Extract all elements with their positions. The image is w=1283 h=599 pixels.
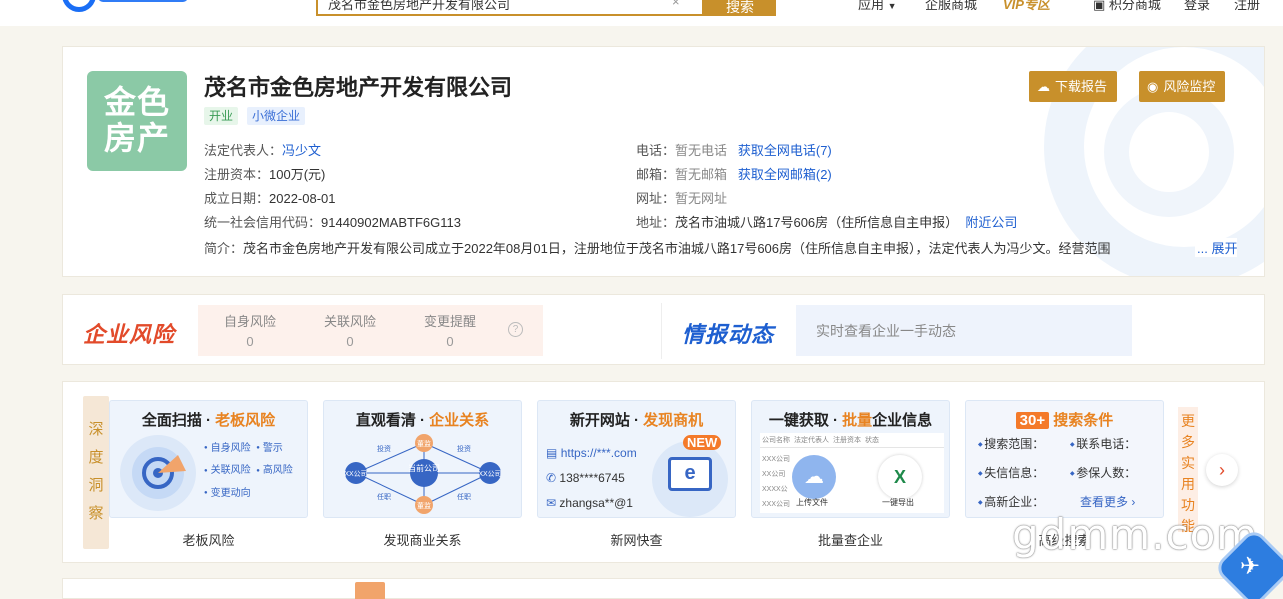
decoration-ring <box>1104 87 1234 217</box>
site-logo[interactable] <box>62 0 192 12</box>
credit-code: 统一社会信用代码：91440902MABTF6G113 <box>204 215 461 230</box>
chevron-down-icon: ▼ <box>887 1 897 11</box>
svg-text:任职: 任职 <box>377 492 391 501</box>
browser-icon: ▤ <box>546 446 558 460</box>
svg-text:董监: 董监 <box>417 439 431 448</box>
feature-boss-risk[interactable]: 全面扫描 · 老板风险 自身风险 警示 关联风险 高风险 变更动向 <box>109 400 308 518</box>
scale-badge: 小微企业 <box>247 107 306 125</box>
company-card: 金色 房产 茂名市金色房地产开发有限公司 开业 小微企业 法定代表人：冯少文 注… <box>62 46 1265 277</box>
risk-bullets: 自身风险 警示 关联风险 高风险 变更动向 <box>204 437 293 505</box>
phone: 电话：暂无电话 获取全网电话(7) <box>636 143 832 158</box>
mail-icon: ✉ <box>546 496 557 510</box>
website: 网址：暂无网址 <box>636 191 728 206</box>
top-bar: 茂名市金色房地产开发有限公司 × 搜索 应用 ▼ 企服商城 VIP专区 ▣ 积分… <box>0 0 1283 26</box>
search-button[interactable]: 搜索 <box>704 0 776 16</box>
address: 地址：茂名市油城八路17号606房（住所信息自主申报） 附近公司 <box>636 215 1018 230</box>
status-badge: 开业 <box>204 107 239 125</box>
new-badge: NEW <box>683 435 722 450</box>
deep-insight-tab[interactable]: 深度洞察 <box>83 396 109 549</box>
legal-rep: 法定代表人：冯少文 <box>204 143 322 158</box>
nav-register[interactable]: 注册 <box>1234 0 1260 13</box>
svg-text:投资: 投资 <box>377 444 391 453</box>
view-more-link[interactable]: 查看更多 › <box>1080 493 1135 510</box>
registered-capital: 注册资本：100万(元) <box>204 167 326 182</box>
bird-icon: ✈ <box>1240 553 1261 580</box>
watermark: gdmm.com <box>1012 510 1259 559</box>
feature-caption[interactable]: 新网快查 <box>537 530 736 549</box>
intel-feed[interactable]: 实时查看企业一手动态 <box>796 305 1132 356</box>
nearby-companies-link[interactable]: 附近公司 <box>965 215 1017 230</box>
nav-apps[interactable]: 应用 ▼ <box>858 0 897 13</box>
eye-icon: ◉ <box>1147 79 1159 94</box>
feature-caption[interactable]: 批量查企业 <box>751 530 950 549</box>
nav-mall[interactable]: 企服商城 <box>925 0 977 13</box>
help-icon[interactable]: ? <box>508 322 523 337</box>
svg-text:XX公司: XX公司 <box>478 470 501 478</box>
company-name: 茂名市金色房地产开发有限公司 <box>204 75 513 100</box>
email: 邮箱：暂无邮箱 获取全网邮箱(2) <box>636 167 832 182</box>
nav-login[interactable]: 登录 <box>1184 0 1210 13</box>
section-tab-marker <box>355 582 385 599</box>
get-email-link[interactable]: 获取全网邮箱(2) <box>738 167 832 182</box>
feature-caption[interactable]: 老板风险 <box>109 530 308 549</box>
company-logo: 金色 房产 <box>87 71 187 171</box>
feature-business-relations[interactable]: 直观看清 · 企业关系 当前公司 XX公司 XX公司 董监 投资 投资 任职 任… <box>323 400 522 518</box>
next-section-card <box>62 578 1265 599</box>
nav-points[interactable]: ▣ 积分商城 <box>1093 0 1161 13</box>
risk-summary: 自身风险 0 关联风险 0 变更提醒 0 ? <box>198 305 543 356</box>
feature-advanced-search[interactable]: 30+ 搜索条件 搜索范围： 联系电话： 失信信息： 参保人数： 高新企业： 查… <box>965 400 1164 518</box>
radar-icon <box>120 435 196 511</box>
relation-graph-icon: 当前公司 XX公司 XX公司 董监 投资 投资 任职 任职 董监 <box>344 434 502 514</box>
risk-card: 企业风险 自身风险 0 关联风险 0 变更提醒 0 ? 情报动态 实时查看企业一手动态 <box>62 294 1265 365</box>
related-risk[interactable]: 关联风险 0 <box>300 311 400 349</box>
phone-icon: ✆ <box>546 471 557 485</box>
contact-lines: ▤ https://***.com ✆ 138****6745 ✉ zhangs… <box>546 446 637 510</box>
clear-icon[interactable]: × <box>672 0 680 9</box>
feature-caption[interactable]: 发现商业关系 <box>323 530 522 549</box>
get-phone-link[interactable]: 获取全网电话(7) <box>738 143 832 158</box>
risk-title: 企业风险 <box>83 322 176 347</box>
svg-text:任职: 任职 <box>457 492 471 501</box>
cloud-download-icon: ☁ <box>1037 79 1050 94</box>
download-report-button[interactable]: ☁ 下载报告 <box>1029 71 1118 102</box>
svg-text:投资: 投资 <box>457 444 471 453</box>
legal-rep-link[interactable]: 冯少文 <box>282 143 321 158</box>
svg-text:董监: 董监 <box>417 501 431 510</box>
feature-batch-query[interactable]: 一键获取 · 批量企业信息 公司名称 法定代表人 注册资本 状态 XXX公司 XX公司… <box>751 400 950 518</box>
intro: 简介：茂名市金色房地产开发有限公司成立于2022年08月01日，注册地位于茂名市… <box>204 241 1111 256</box>
founded-date: 成立日期：2022-08-01 <box>204 191 336 206</box>
risk-monitor-button[interactable]: ◉ 风险监控 <box>1139 71 1226 102</box>
expand-link[interactable]: ... 展开 <box>1195 238 1238 257</box>
search-input[interactable]: 茂名市金色房地产开发有限公司 <box>316 0 704 16</box>
change-alert[interactable]: 变更提醒 0 <box>400 311 500 349</box>
feature-new-websites[interactable]: 新开网站 · 发现商机 ▤ https://***.com ✆ 138****6… <box>537 400 736 518</box>
intel-title: 情报动态 <box>682 322 775 347</box>
monitor-icon: e <box>652 441 728 517</box>
upload-icon: ☁ <box>792 455 836 499</box>
next-arrow-button[interactable]: › <box>1206 454 1238 486</box>
gift-icon: ▣ <box>1093 0 1106 12</box>
svg-text:XX公司: XX公司 <box>344 470 367 478</box>
svg-text:当前公司: 当前公司 <box>408 463 440 473</box>
own-risk[interactable]: 自身风险 0 <box>200 311 300 349</box>
divider <box>661 303 662 359</box>
excel-icon: X <box>878 455 922 499</box>
nav-vip[interactable]: VIP专区 <box>1003 0 1050 13</box>
